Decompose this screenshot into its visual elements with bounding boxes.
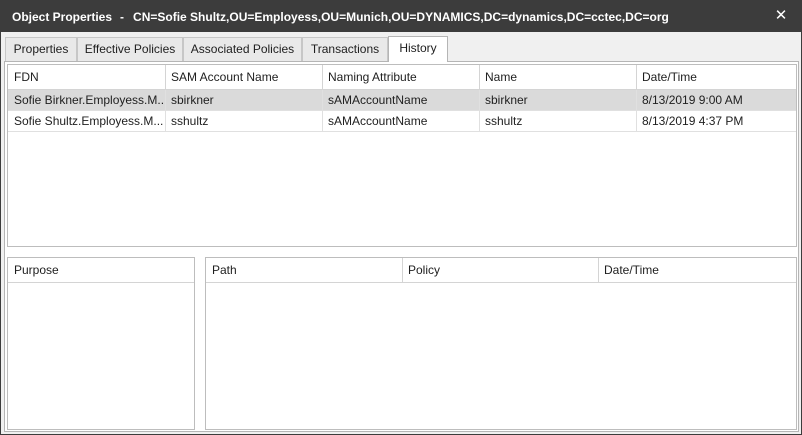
title-bar: Object Properties - CN=Sofie Shultz,OU=Emp… — [1, 1, 801, 32]
column-header-policy[interactable]: Policy — [402, 258, 599, 283]
cell-sam-account-name: sbirkner — [165, 90, 323, 111]
tab-properties[interactable]: Properties — [5, 37, 77, 61]
column-header-name[interactable]: Name — [479, 65, 637, 90]
history-grid[interactable]: FDN SAM Account Name Naming Attribute Na… — [7, 64, 797, 247]
table-row[interactable]: Sofie Shultz.Employess.M... sshultz sAMA… — [8, 111, 796, 132]
column-header-naming-attribute[interactable]: Naming Attribute — [322, 65, 480, 90]
cell-naming-attribute: sAMAccountName — [322, 90, 480, 111]
cell-date-time: 8/13/2019 4:37 PM — [636, 111, 796, 132]
close-icon[interactable]: ✕ — [772, 7, 790, 25]
cell-fdn: Sofie Birkner.Employess.M... — [8, 90, 166, 111]
history-header-row: FDN SAM Account Name Naming Attribute Na… — [8, 65, 796, 90]
window-title: Object Properties — [12, 10, 113, 24]
purpose-list[interactable]: Purpose — [7, 257, 195, 430]
object-properties-window: Object Properties - CN=Sofie Shultz,OU=Emp… — [0, 0, 802, 435]
column-header-fdn[interactable]: FDN — [8, 65, 166, 90]
purpose-header-row: Purpose — [8, 258, 194, 283]
tab-effective-policies[interactable]: Effective Policies — [77, 37, 183, 61]
column-header-purpose[interactable]: Purpose — [8, 258, 194, 283]
table-row[interactable]: Sofie Birkner.Employess.M... sbirkner sA… — [8, 90, 796, 111]
cell-name: sshultz — [479, 111, 637, 132]
path-header-row: Path Policy Date/Time — [206, 258, 796, 283]
cell-fdn: Sofie Shultz.Employess.M... — [8, 111, 166, 132]
window-subtitle: CN=Sofie Shultz,OU=Employess,OU=Munich,O… — [133, 10, 669, 24]
column-header-path[interactable]: Path — [206, 258, 403, 283]
column-header-sam-account-name[interactable]: SAM Account Name — [165, 65, 323, 90]
title-separator: - — [120, 10, 125, 24]
tab-associated-policies[interactable]: Associated Policies — [183, 37, 302, 61]
tab-transactions[interactable]: Transactions — [302, 37, 388, 61]
cell-name: sbirkner — [479, 90, 637, 111]
path-policy-grid[interactable]: Path Policy Date/Time — [205, 257, 797, 430]
window-title-text: Object Properties - CN=Sofie Shultz,OU=Emp… — [12, 10, 669, 24]
cell-naming-attribute: sAMAccountName — [322, 111, 480, 132]
cell-sam-account-name: sshultz — [165, 111, 323, 132]
cell-date-time: 8/13/2019 9:00 AM — [636, 90, 796, 111]
tab-history[interactable]: History — [388, 36, 448, 62]
column-header-date-time[interactable]: Date/Time — [598, 258, 796, 283]
column-header-date-time[interactable]: Date/Time — [636, 65, 796, 90]
